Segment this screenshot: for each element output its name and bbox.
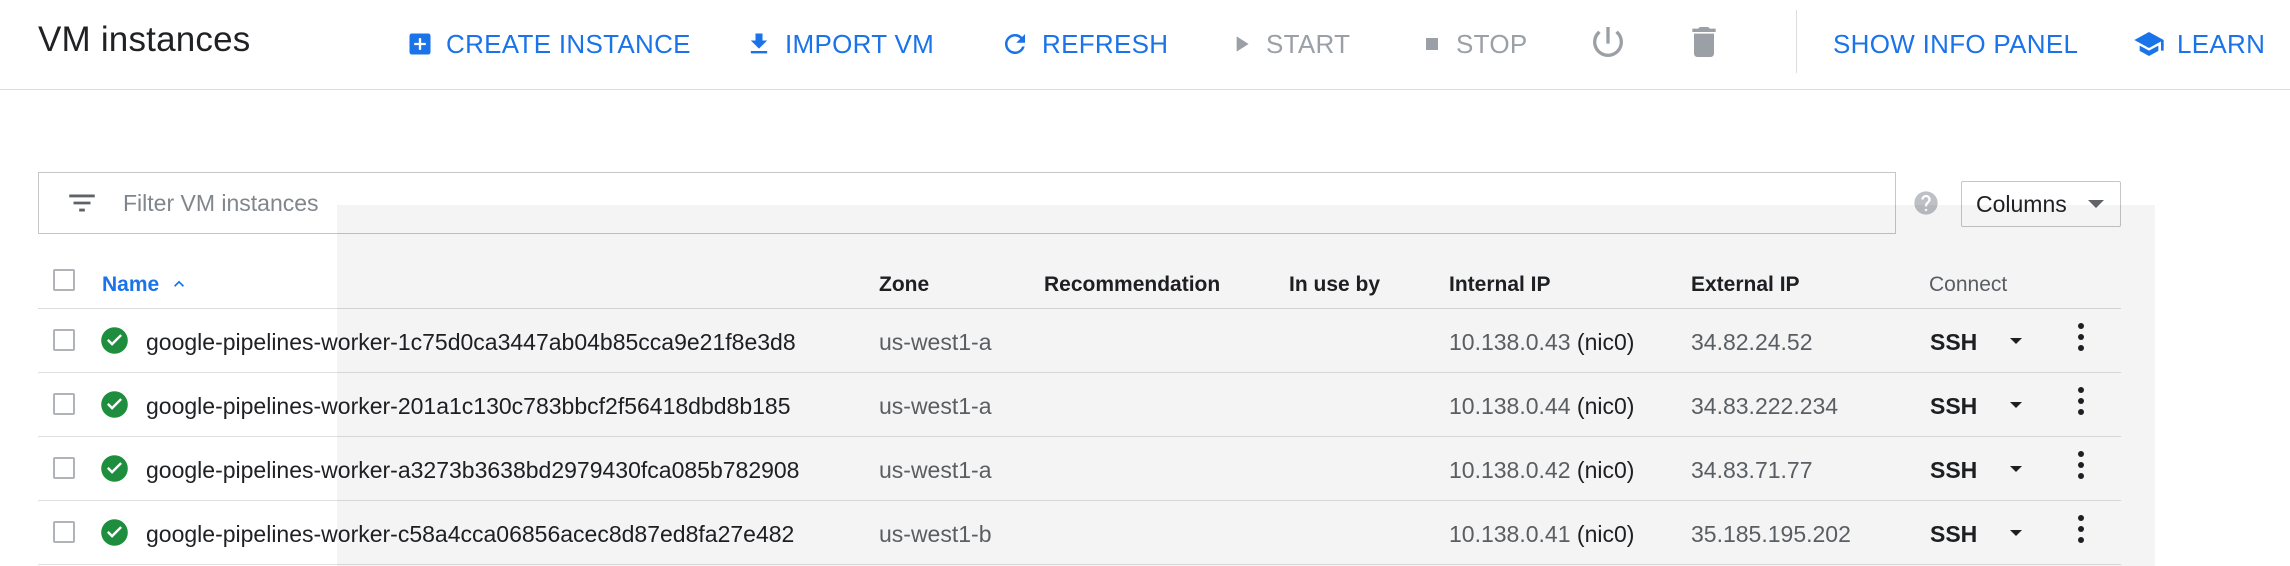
column-header-in-use-by: In use by bbox=[1289, 273, 1381, 296]
internal-ip-value: 10.138.0.42 bbox=[1449, 457, 1571, 483]
instance-internal-ip: 10.138.0.42 (nic0) bbox=[1449, 457, 1634, 484]
nic-label[interactable]: (nic0) bbox=[1577, 393, 1635, 419]
create-instance-button[interactable]: CREATE INSTANCE bbox=[406, 20, 691, 68]
table-row: google-pipelines-worker-1c75d0ca3447ab04… bbox=[38, 309, 2121, 373]
filter-list-icon bbox=[69, 194, 95, 212]
instance-external-ip[interactable]: 34.82.24.52 bbox=[1691, 329, 1813, 356]
trash-icon bbox=[1692, 27, 1716, 57]
status-running-icon bbox=[101, 455, 128, 482]
import-vm-label: IMPORT VM bbox=[785, 28, 935, 59]
refresh-icon bbox=[1004, 33, 1025, 54]
play-icon bbox=[1236, 36, 1249, 52]
download-icon bbox=[750, 33, 768, 54]
columns-label: Columns bbox=[1976, 190, 2067, 217]
filter-input[interactable] bbox=[123, 189, 1623, 217]
instance-internal-ip: 10.138.0.43 (nic0) bbox=[1449, 329, 1634, 356]
toolbar-divider bbox=[1796, 10, 1797, 73]
instance-external-ip[interactable]: 34.83.222.234 bbox=[1691, 393, 1838, 420]
instance-internal-ip: 10.138.0.44 (nic0) bbox=[1449, 393, 1634, 420]
table-row: google-pipelines-worker-c58a4cca06856ace… bbox=[38, 501, 2121, 565]
ssh-button[interactable]: SSH bbox=[1930, 393, 1977, 420]
import-vm-button[interactable]: IMPORT VM bbox=[745, 20, 934, 68]
add-box-icon bbox=[409, 33, 431, 55]
status-running-icon bbox=[101, 519, 128, 546]
internal-ip-value: 10.138.0.41 bbox=[1449, 521, 1571, 547]
stop-label: STOP bbox=[1456, 28, 1528, 59]
internal-ip-value: 10.138.0.44 bbox=[1449, 393, 1571, 419]
instance-zone: us-west1-a bbox=[879, 457, 992, 483]
column-header-internal-ip: Internal IP bbox=[1449, 273, 1551, 296]
ssh-button[interactable]: SSH bbox=[1930, 521, 1977, 548]
start-label: START bbox=[1266, 28, 1351, 59]
stop-icon bbox=[1426, 38, 1438, 50]
row-checkbox[interactable] bbox=[53, 521, 75, 543]
status-running-icon bbox=[101, 391, 128, 418]
more-actions-icon[interactable] bbox=[2074, 387, 2088, 421]
columns-dropdown[interactable]: Columns bbox=[1961, 181, 2121, 227]
ssh-button[interactable]: SSH bbox=[1930, 329, 1977, 356]
column-header-name-label: Name bbox=[102, 273, 160, 296]
reset-button[interactable] bbox=[1584, 18, 1632, 66]
instance-name[interactable]: google-pipelines-worker-201a1c130c783bbc… bbox=[146, 393, 791, 420]
instance-external-ip[interactable]: 35.185.195.202 bbox=[1691, 521, 1851, 548]
column-header-recommendation: Recommendation bbox=[1044, 273, 1221, 296]
show-info-panel-label: SHOW INFO PANEL bbox=[1833, 28, 2079, 59]
help-icon[interactable] bbox=[1912, 189, 1940, 217]
column-header-zone: Zone bbox=[879, 273, 930, 296]
ssh-dropdown-icon[interactable] bbox=[2010, 466, 2022, 472]
row-checkbox[interactable] bbox=[53, 393, 75, 415]
instance-internal-ip: 10.138.0.41 (nic0) bbox=[1449, 521, 1634, 548]
filter-bar bbox=[38, 172, 1896, 234]
select-all-checkbox[interactable] bbox=[53, 269, 75, 291]
more-actions-icon[interactable] bbox=[2074, 515, 2088, 549]
start-button[interactable]: START bbox=[1228, 20, 1350, 68]
row-checkbox[interactable] bbox=[53, 457, 75, 479]
create-instance-label: CREATE INSTANCE bbox=[446, 28, 691, 59]
nic-label[interactable]: (nic0) bbox=[1577, 521, 1635, 547]
vm-instances-table: Name Zone Recommendation In use by Inter… bbox=[38, 253, 2121, 565]
table-row: google-pipelines-worker-a3273b3638bd2979… bbox=[38, 437, 2121, 501]
ssh-dropdown-icon[interactable] bbox=[2010, 338, 2022, 344]
school-icon bbox=[2134, 32, 2164, 56]
table-row: google-pipelines-worker-201a1c130c783bbc… bbox=[38, 373, 2121, 437]
ssh-dropdown-icon[interactable] bbox=[2010, 530, 2022, 536]
ssh-dropdown-icon[interactable] bbox=[2010, 402, 2022, 408]
power-icon bbox=[1593, 27, 1623, 57]
instance-name[interactable]: google-pipelines-worker-c58a4cca06856ace… bbox=[146, 521, 794, 548]
ssh-button[interactable]: SSH bbox=[1930, 457, 1977, 484]
top-toolbar: VM instances CREATE INSTANCE IMPORT VM R… bbox=[0, 0, 2290, 90]
learn-label: LEARN bbox=[2177, 28, 2266, 59]
instance-zone: us-west1-a bbox=[879, 393, 992, 419]
stop-button[interactable]: STOP bbox=[1420, 20, 1528, 68]
page-title: VM instances bbox=[38, 20, 251, 59]
instance-name[interactable]: google-pipelines-worker-1c75d0ca3447ab04… bbox=[146, 329, 796, 356]
instance-zone: us-west1-a bbox=[879, 329, 992, 355]
caret-down-icon bbox=[2088, 200, 2104, 208]
table-header: Name Zone Recommendation In use by Inter… bbox=[38, 253, 2121, 309]
instance-zone: us-west1-b bbox=[879, 521, 992, 547]
nic-label[interactable]: (nic0) bbox=[1577, 457, 1635, 483]
more-actions-icon[interactable] bbox=[2074, 451, 2088, 485]
more-actions-icon[interactable] bbox=[2074, 323, 2088, 357]
sort-ascending-icon bbox=[174, 280, 185, 287]
refresh-label: REFRESH bbox=[1042, 28, 1169, 59]
learn-button[interactable]: LEARN bbox=[2133, 20, 2265, 68]
column-header-connect: Connect bbox=[1929, 273, 2008, 296]
column-header-external-ip: External IP bbox=[1691, 273, 1800, 296]
instance-name[interactable]: google-pipelines-worker-a3273b3638bd2979… bbox=[146, 457, 799, 484]
status-running-icon bbox=[101, 327, 128, 354]
instance-external-ip[interactable]: 34.83.71.77 bbox=[1691, 457, 1813, 484]
refresh-button[interactable]: REFRESH bbox=[1000, 20, 1168, 68]
delete-button[interactable] bbox=[1680, 18, 1728, 66]
nic-label[interactable]: (nic0) bbox=[1577, 329, 1635, 355]
show-info-panel-button[interactable]: SHOW INFO PANEL bbox=[1833, 20, 2078, 68]
column-header-name[interactable]: Name bbox=[102, 273, 189, 297]
internal-ip-value: 10.138.0.43 bbox=[1449, 329, 1571, 355]
row-checkbox[interactable] bbox=[53, 329, 75, 351]
